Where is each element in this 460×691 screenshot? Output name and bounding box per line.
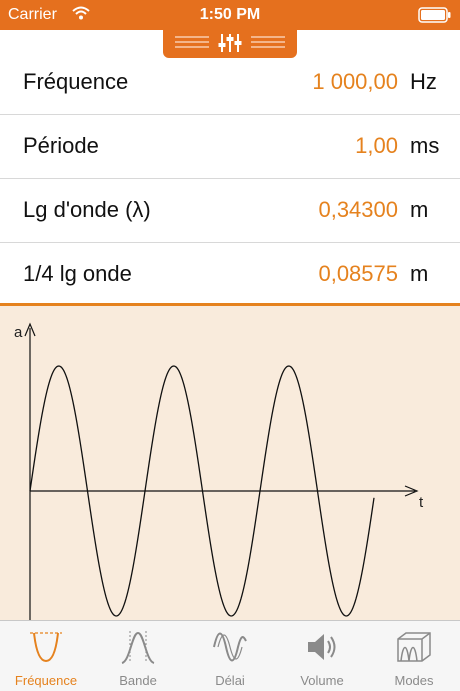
tab-bar: Fréquence Bande Délai Volume Modes — [0, 620, 460, 691]
x-axis-label: t — [419, 494, 424, 511]
tab-frequency[interactable]: Fréquence — [0, 621, 92, 691]
row-label: Période — [23, 133, 99, 158]
tab-modes[interactable]: Modes — [368, 621, 460, 691]
wavelength-value[interactable]: 0,34300 — [318, 197, 398, 223]
waveform-graph: a t — [0, 303, 460, 623]
period-value[interactable]: 1,00 — [355, 133, 398, 159]
tab-label: Volume — [300, 673, 344, 688]
row-unit: Hz — [410, 69, 437, 94]
status-bar: Carrier 1:50 PM — [0, 0, 460, 30]
tab-label: Bande — [119, 673, 157, 688]
frequency-value[interactable]: 1 000,00 — [312, 69, 398, 95]
battery-icon — [418, 7, 452, 28]
tab-delay[interactable]: Délai — [184, 621, 276, 691]
tab-bandwidth[interactable]: Bande — [92, 621, 184, 691]
row-unit: ms — [410, 133, 440, 158]
row-period[interactable]: Période 1,00 ms — [0, 115, 460, 179]
row-unit: m — [410, 197, 429, 222]
row-quarter-wavelength[interactable]: 1/4 lg onde 0,08575 m — [0, 243, 460, 306]
row-label: Fréquence — [23, 69, 129, 94]
waveform-svg — [24, 322, 419, 623]
parameter-list: Fréquence 1 000,00 Hz Période 1,00 ms Lg… — [0, 51, 460, 306]
row-label: 1/4 lg onde — [23, 261, 132, 286]
quarter-wavelength-value[interactable]: 0,08575 — [318, 261, 398, 287]
y-axis-label: a — [14, 324, 23, 341]
tab-label: Fréquence — [14, 673, 78, 688]
tab-label: Modes — [394, 673, 434, 688]
tab-volume[interactable]: Volume — [276, 621, 368, 691]
row-frequency[interactable]: Fréquence 1 000,00 Hz — [0, 51, 460, 115]
grip-lines-right — [251, 36, 285, 51]
bandwidth-icon — [120, 629, 156, 665]
room-modes-icon — [396, 629, 432, 665]
tab-label: Délai — [215, 673, 245, 688]
row-wavelength[interactable]: Lg d'onde (λ) 0,34300 m — [0, 179, 460, 243]
row-unit: m — [410, 261, 429, 286]
delay-waves-icon — [212, 629, 248, 665]
row-label: Lg d'onde (λ) — [23, 197, 151, 222]
speaker-volume-icon — [304, 629, 340, 665]
grip-lines-left — [175, 36, 209, 51]
sine-frequency-icon — [28, 629, 64, 665]
clock: 1:50 PM — [199, 6, 261, 23]
